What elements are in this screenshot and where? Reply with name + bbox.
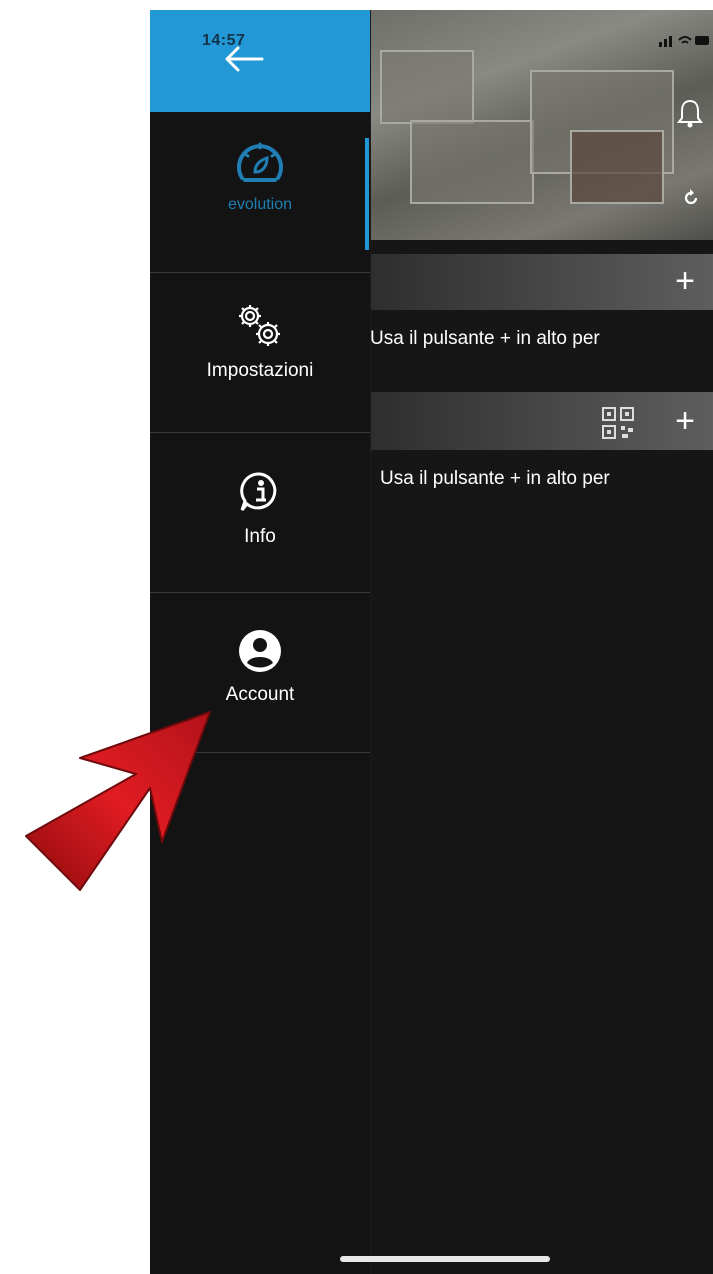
back-arrow-icon[interactable] [224,46,264,72]
active-indicator [365,138,369,250]
empty-hint-text: Usa il pulsante + in alto per [370,328,600,349]
drawer-item-label: evolution [227,196,293,213]
phone-screen: + Usa il pulsante + in alto per + Usa il… [150,10,713,1274]
drawer-item-label: Impostazioni [206,360,314,381]
gears-icon [239,305,280,346]
empty-hint-text: Usa il pulsante + in alto per [380,468,610,489]
drawer-item-label: Account [225,684,295,705]
bell-icon[interactable] [677,98,703,128]
house-floorplan-image [370,10,713,240]
status-bar-icons [659,36,709,47]
navigation-drawer: 14:57 evolution Impostazioni Info Accoun… [150,10,371,1274]
section-header-bar: + [370,392,713,450]
speedometer-icon [237,142,283,182]
drawer-item-label: Info [244,526,276,547]
drawer-header: 14:57 [150,10,370,112]
refresh-icon[interactable] [681,188,701,208]
section-header-bar: + [370,254,713,310]
add-button[interactable]: + [675,264,695,298]
info-bubble-icon [240,472,277,511]
qr-code-icon[interactable] [601,406,635,440]
account-circle-icon [239,630,281,672]
add-button[interactable]: + [675,404,695,438]
home-indicator [340,1256,550,1262]
drawer-item-info[interactable]: Info [150,432,370,592]
drawer-item-settings[interactable]: Impostazioni [150,272,370,432]
annotation-arrow-icon [25,711,211,891]
main-content: + Usa il pulsante + in alto per + Usa il… [370,10,713,1274]
drawer-item-evolution[interactable]: evolution [150,112,370,272]
